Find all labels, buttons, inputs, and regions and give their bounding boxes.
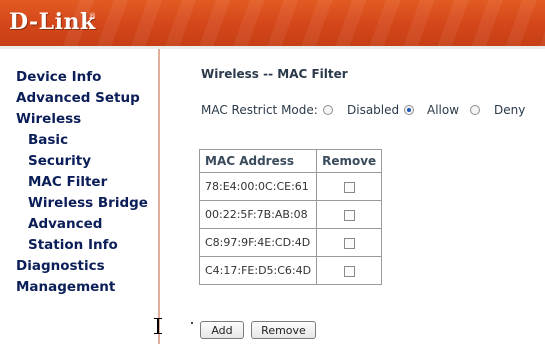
mac-filter-table: MAC Address Remove 78:E4:00:0C:CE:61 00:… xyxy=(198,149,383,285)
table-row: C4:17:FE:D5:C6:4D xyxy=(198,256,383,285)
restrict-mode-label: MAC Restrict Mode: xyxy=(201,103,318,117)
add-button[interactable]: Add xyxy=(200,321,244,339)
header-stripes xyxy=(60,0,545,46)
sidebar: Device Info Advanced Setup Wireless Basi… xyxy=(0,49,160,344)
remove-cell xyxy=(316,172,383,201)
remove-cell xyxy=(316,200,383,229)
header-banner: D-Link ® xyxy=(0,0,545,46)
sidebar-item-advanced-setup[interactable]: Advanced Setup xyxy=(16,90,140,106)
dlink-logo: D-Link xyxy=(9,9,96,35)
radio-deny[interactable] xyxy=(470,105,480,115)
radio-deny-label[interactable]: Deny xyxy=(494,103,525,117)
sidebar-item-security[interactable]: Security xyxy=(28,153,91,169)
mac-address-cell: C4:17:FE:D5:C6:4D xyxy=(198,256,318,285)
sidebar-item-basic[interactable]: Basic xyxy=(28,132,68,148)
table-row: 78:E4:00:0C:CE:61 xyxy=(198,172,383,201)
sidebar-item-wireless-bridge[interactable]: Wireless Bridge xyxy=(28,195,148,211)
remove-checkbox[interactable] xyxy=(343,181,355,193)
column-header-mac-address: MAC Address xyxy=(198,149,318,173)
radio-disabled-label[interactable]: Disabled xyxy=(347,103,399,117)
sidebar-item-wireless[interactable]: Wireless xyxy=(16,111,81,127)
remove-checkbox[interactable] xyxy=(343,209,355,221)
column-header-remove: Remove xyxy=(316,149,383,173)
table-row: C8:97:9F:4E:CD:4D xyxy=(198,228,383,257)
mac-address-cell: 78:E4:00:0C:CE:61 xyxy=(198,172,318,201)
text-cursor-icon xyxy=(154,318,162,334)
sidebar-item-advanced[interactable]: Advanced xyxy=(28,216,102,232)
sidebar-item-diagnostics[interactable]: Diagnostics xyxy=(16,258,105,274)
mac-address-cell: 00:22:5F:7B:AB:08 xyxy=(198,200,318,229)
radio-disabled[interactable] xyxy=(323,105,333,115)
table-header-row: MAC Address Remove xyxy=(198,149,383,173)
sidebar-item-management[interactable]: Management xyxy=(16,279,115,295)
remove-cell xyxy=(316,256,383,285)
mac-address-cell: C8:97:9F:4E:CD:4D xyxy=(198,228,318,257)
registered-mark: ® xyxy=(89,12,96,20)
sidebar-item-station-info[interactable]: Station Info xyxy=(28,237,118,253)
radio-allow-label[interactable]: Allow xyxy=(427,103,459,117)
page-title: Wireless -- MAC Filter xyxy=(201,67,348,81)
pointer-dot xyxy=(191,322,193,324)
sidebar-item-mac-filter[interactable]: MAC Filter xyxy=(28,174,107,190)
table-row: 00:22:5F:7B:AB:08 xyxy=(198,200,383,229)
remove-cell xyxy=(316,228,383,257)
sidebar-item-device-info[interactable]: Device Info xyxy=(16,69,101,85)
remove-checkbox[interactable] xyxy=(343,237,355,249)
remove-button[interactable]: Remove xyxy=(251,321,316,339)
radio-allow[interactable] xyxy=(404,105,414,115)
remove-checkbox[interactable] xyxy=(343,265,355,277)
